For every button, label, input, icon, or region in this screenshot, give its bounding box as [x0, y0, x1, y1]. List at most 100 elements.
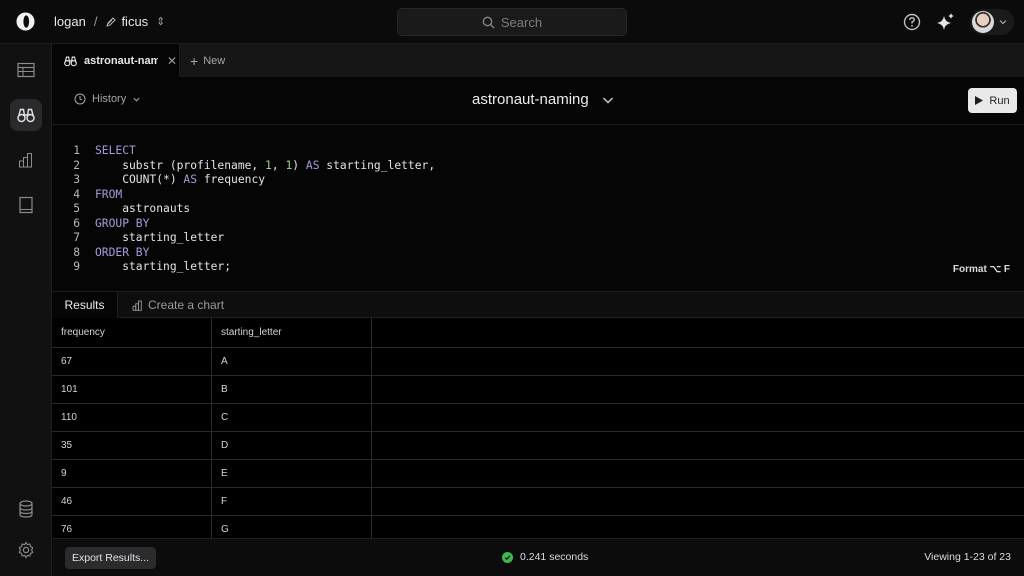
cell-starting-letter[interactable]: G: [212, 516, 372, 538]
sql-keyword: AS: [305, 158, 320, 172]
table-icon: [17, 62, 35, 78]
breadcrumb-separator: /: [93, 14, 98, 29]
user-menu[interactable]: [970, 9, 1014, 35]
query-toolbar: History astronaut-naming Run: [52, 77, 1024, 125]
column-header-starting-letter[interactable]: starting_letter: [212, 318, 372, 347]
query-tabs: astronaut-naming ✕ + New: [52, 44, 1024, 77]
sql-token: starting_letter;: [95, 260, 232, 273]
sidebar-item-settings[interactable]: [10, 534, 42, 566]
cell-starting-letter[interactable]: E: [212, 460, 372, 487]
cell-starting-letter[interactable]: D: [212, 432, 372, 459]
cell-starting-letter[interactable]: A: [212, 348, 372, 375]
tab-astronaut-naming[interactable]: astronaut-naming ✕: [52, 44, 180, 77]
table-row[interactable]: 67 A: [52, 348, 1024, 376]
tab-create-chart[interactable]: Create a chart: [132, 292, 224, 318]
search-icon: [482, 16, 495, 28]
cell-frequency[interactable]: 67: [52, 348, 212, 375]
sidebar-item-charts[interactable]: [10, 144, 42, 176]
code-text: SELECT: [95, 144, 136, 157]
sql-keyword: FROM: [95, 187, 123, 201]
main-panel: astronaut-naming ✕ + New History astrona…: [52, 44, 1024, 576]
sidebar-item-databases[interactable]: [10, 493, 42, 525]
table-row[interactable]: 101 B: [52, 376, 1024, 404]
bar-chart-icon: [132, 300, 142, 311]
query-duration: 0.241 seconds: [520, 551, 589, 563]
export-results-button[interactable]: Export Results...: [65, 547, 156, 569]
line-number: 5: [73, 202, 80, 215]
column-header-frequency[interactable]: frequency: [52, 318, 212, 347]
table-row[interactable]: 9E: [52, 460, 1024, 488]
cell-starting-letter[interactable]: B: [212, 376, 372, 403]
sidebar-item-notebooks[interactable]: [10, 189, 42, 221]
query-title: astronaut-naming: [472, 91, 589, 108]
line-number: 1: [73, 144, 80, 157]
line-number: 7: [73, 231, 80, 244]
help-button[interactable]: [902, 12, 922, 32]
sql-keyword: AS: [183, 173, 198, 186]
project-switcher[interactable]: ficus ⇕: [105, 14, 165, 29]
history-dropdown[interactable]: History: [74, 93, 141, 105]
code-text: starting_letter;: [95, 260, 231, 273]
cell-frequency[interactable]: 110: [52, 404, 212, 431]
new-tab-button[interactable]: + New: [180, 44, 1024, 77]
sql-keyword: SELECT: [95, 144, 136, 157]
table-row[interactable]: 35 D: [52, 432, 1024, 460]
play-icon: [975, 96, 984, 105]
code-text: FROM: [95, 188, 122, 201]
sql-editor[interactable]: 1 SELECT 2 substr (profilename, 1, 1) AS s…: [52, 126, 1024, 291]
sql-token: starting_letter: [95, 231, 225, 244]
cell-starting-letter[interactable]: F: [212, 488, 372, 515]
code-line: 7 starting_letter: [52, 231, 224, 246]
table-filler: [372, 432, 1024, 459]
close-tab-icon[interactable]: ✕: [167, 54, 177, 68]
table-row[interactable]: 110 C: [52, 404, 1024, 432]
code-line: 4 FROM: [52, 187, 122, 203]
tab-label: astronaut-naming: [84, 54, 158, 67]
row-count: Viewing 1-23 of 23: [924, 551, 1011, 563]
tab-results[interactable]: Results: [52, 292, 118, 318]
create-chart-label: Create a chart: [148, 298, 225, 312]
table-row[interactable]: 46 F: [52, 488, 1024, 516]
sql-keyword: GROUP BY: [95, 216, 150, 230]
line-number: 4: [73, 187, 80, 201]
table-header-row: frequency starting_letter: [52, 318, 1024, 348]
run-button[interactable]: Run: [968, 88, 1017, 113]
sidebar-item-queries[interactable]: [10, 99, 42, 131]
results-tabs: Results Create a chart: [52, 291, 1024, 318]
results-footer: Export Results... 0.241 seconds Viewing …: [52, 538, 1024, 576]
help-icon: [903, 13, 921, 31]
cell-frequency[interactable]: 35: [52, 432, 212, 459]
line-number: 3: [73, 173, 80, 186]
query-status: 0.241 seconds: [502, 551, 588, 563]
code-text: COUNT(*) AS frequency: [95, 173, 265, 186]
cell-frequency[interactable]: 101: [52, 376, 212, 403]
ai-assistant-button[interactable]: [936, 12, 956, 32]
binoculars-icon: [64, 55, 77, 66]
code-text: substr (profilename, 1, 1) AS starting_l…: [95, 159, 435, 172]
cell-frequency[interactable]: 76: [52, 516, 212, 538]
sidebar: [0, 44, 52, 576]
code-line: 3 COUNT(*) AS frequency: [52, 173, 265, 188]
cell-frequency[interactable]: 9: [52, 460, 212, 487]
sql-token: COUNT(*): [95, 173, 184, 186]
query-title-dropdown[interactable]: astronaut-naming: [472, 91, 615, 108]
sql-token: frequency: [197, 173, 266, 186]
cell-frequency[interactable]: 46: [52, 488, 212, 515]
app-logo-icon[interactable]: [16, 12, 35, 31]
table-filler: [372, 488, 1024, 515]
sql-number: 1: [265, 158, 272, 172]
chevron-down-icon: [602, 97, 613, 103]
sql-token: ): [292, 158, 306, 172]
table-row[interactable]: 76 G: [52, 516, 1024, 538]
sql-token: astronauts: [95, 202, 191, 215]
bar-chart-icon: [19, 153, 32, 168]
sidebar-item-tables[interactable]: [10, 54, 42, 86]
cell-starting-letter[interactable]: C: [212, 404, 372, 431]
search-placeholder: Search: [500, 14, 543, 30]
book-icon: [19, 196, 33, 214]
format-shortcut[interactable]: Format ⌥ F: [953, 264, 1010, 275]
table-filler: [372, 318, 1024, 347]
breadcrumb-user[interactable]: logan: [54, 14, 86, 29]
sql-token: substr (profilename,: [95, 158, 266, 172]
search-input[interactable]: Search: [397, 8, 627, 36]
